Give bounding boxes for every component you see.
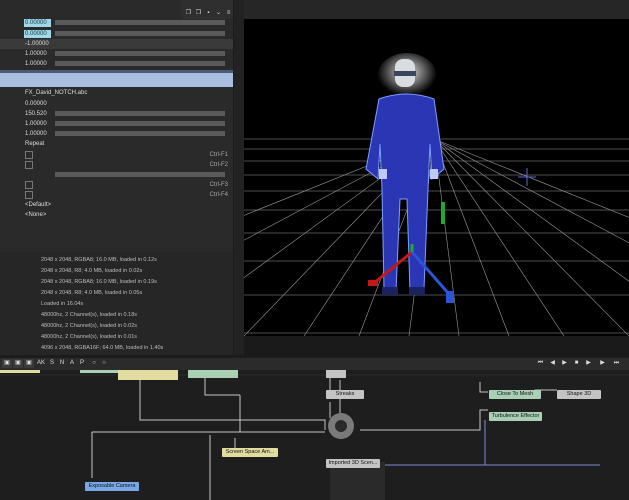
file-field[interactable]: FX_David_NOTCH.abc <box>25 89 87 97</box>
node-icon[interactable]: ▣ <box>2 359 12 368</box>
property-row: 1.00000 <box>0 59 233 69</box>
step-forward-icon[interactable]: ▶ <box>584 359 593 368</box>
panel-toolbar: ❐ ❐ ▪ ⌄ ≡ <box>181 0 233 19</box>
skip-forward-icon[interactable]: ⏭ <box>612 359 621 368</box>
value-field[interactable]: 1.00000 <box>24 60 51 68</box>
circle-icon[interactable]: ○ <box>90 359 98 368</box>
repeat-dropdown[interactable]: Repeat <box>25 140 44 148</box>
value-field[interactable]: 150.520 <box>24 110 51 118</box>
property-row: 150.520 <box>0 109 233 119</box>
value-slider[interactable] <box>55 41 225 46</box>
value-slider[interactable] <box>55 172 225 177</box>
viewport-scene <box>244 53 629 336</box>
property-row: Ctrl-F3 <box>0 180 233 190</box>
viewport-header <box>244 0 629 19</box>
toolbar-button[interactable]: N <box>58 359 66 368</box>
copy-icon[interactable]: ❐ <box>185 10 192 17</box>
step-back-icon[interactable]: ◀ <box>548 359 557 368</box>
node-screen-space[interactable]: Screen Space Am... <box>222 448 278 457</box>
log-line: 48000hz, 2 Channel(s), loaded in 0.02s <box>41 323 138 329</box>
toolbar-button[interactable]: P <box>78 359 86 368</box>
value-field[interactable]: -1.00000 <box>24 40 51 48</box>
log-line: 4096 x 2048, RGBA16F; 64.0 MB, loaded in… <box>41 345 164 351</box>
value-slider[interactable] <box>55 20 225 25</box>
property-row: 0.00000 <box>0 99 233 109</box>
property-row: Ctrl-F1 <box>0 150 233 160</box>
section-header[interactable] <box>0 73 233 87</box>
node-graph[interactable]: Streaks Close To Mesh Shape 3D Turbulenc… <box>0 370 629 500</box>
play-icon[interactable]: ▶ <box>560 359 569 368</box>
shortcut-label: Ctrl-F2 <box>209 162 228 168</box>
value-field[interactable]: 0.00000 <box>24 19 51 27</box>
log-line: 2048 x 2048, R8; 4.0 MB, loaded in 0.05s <box>41 290 143 296</box>
log-line: Loaded in 16.04s <box>41 301 84 307</box>
node-streaks[interactable]: Streaks <box>326 390 364 399</box>
log-line: 48000hz, 2 Channel(s), loaded in 0.18s <box>41 312 138 318</box>
property-row: 1.00000 <box>0 119 233 129</box>
skip-back-icon[interactable]: ⏮ <box>536 359 545 368</box>
property-row: <Default> <box>0 200 233 210</box>
property-row: Ctrl-F2 <box>0 160 233 170</box>
settings-icon[interactable]: ≡ <box>225 10 232 17</box>
value-slider[interactable] <box>55 31 225 36</box>
play-icon[interactable]: ▶ <box>598 359 607 368</box>
scrollbar[interactable] <box>234 0 244 355</box>
property-row: FX_David_NOTCH.abc <box>0 88 233 98</box>
property-row: 1.00000 <box>0 129 233 139</box>
node-imported-3d-scene[interactable]: Imported 3D Scen... <box>326 459 380 468</box>
none-dropdown[interactable]: <None> <box>25 211 46 219</box>
checkbox[interactable] <box>25 151 33 159</box>
circle-icon[interactable]: ○ <box>100 359 108 368</box>
value-slider[interactable] <box>55 131 225 136</box>
value-field[interactable]: 0.00000 <box>24 30 51 38</box>
value-slider[interactable] <box>55 61 225 66</box>
value-slider[interactable] <box>55 51 225 56</box>
property-row: 0.00000 <box>0 18 233 28</box>
value-slider[interactable] <box>55 111 225 116</box>
stop-icon[interactable]: ■ <box>572 359 581 368</box>
crosshair-icon <box>518 168 536 186</box>
trash-icon[interactable]: ▪ <box>205 10 212 17</box>
node-turbulence-effector[interactable]: Turbulence Effector <box>489 412 542 421</box>
node-exposable-camera[interactable]: Exposable Camera <box>85 482 139 491</box>
property-row <box>0 170 233 180</box>
gear-node <box>328 413 354 439</box>
property-row: -1.00000 <box>0 39 233 49</box>
viewport-3d[interactable] <box>244 19 629 336</box>
value-field[interactable]: 1.00000 <box>24 130 51 138</box>
checkbox[interactable] <box>25 161 33 169</box>
shortcut-label: Ctrl-F1 <box>209 152 228 158</box>
property-row: 0.00000 <box>0 29 233 39</box>
property-row: <None> <box>0 210 233 220</box>
value-slider[interactable] <box>55 121 225 126</box>
checkbox[interactable] <box>25 191 33 199</box>
checkbox[interactable] <box>25 181 33 189</box>
viewport-footer <box>244 336 629 356</box>
log-line: 48000hz, 2 Channel(s), loaded in 0.01s <box>41 334 138 340</box>
default-dropdown[interactable]: <Default> <box>25 201 51 209</box>
node-close-to-mesh[interactable]: Close To Mesh <box>489 390 541 399</box>
property-row: Ctrl-F4 <box>0 190 233 200</box>
property-row: Repeat <box>0 139 233 149</box>
toolbar-button[interactable]: A <box>68 359 76 368</box>
log-line: 2048 x 2048, RGBA8; 16.0 MB, loaded in 0… <box>41 257 157 263</box>
paste-icon[interactable]: ❐ <box>195 10 202 17</box>
property-row: 1.00000 <box>0 49 233 59</box>
value-field[interactable]: 1.00000 <box>24 50 51 58</box>
shortcut-label: Ctrl-F3 <box>209 182 228 188</box>
chevron-down-icon[interactable]: ⌄ <box>215 10 222 17</box>
toolbar-button[interactable]: S <box>48 359 56 368</box>
value-field[interactable]: 0.00000 <box>24 100 51 108</box>
node-icon[interactable]: ▣ <box>24 359 34 368</box>
log-line: 2048 x 2048, R8; 4.0 MB, loaded in 0.02s <box>41 268 143 274</box>
node-icon[interactable]: ▣ <box>13 359 23 368</box>
log-panel: 2048 x 2048, RGBA8; 16.0 MB, loaded in 0… <box>0 252 233 355</box>
node-shape-3d[interactable]: Shape 3D <box>557 390 601 399</box>
log-line: 2048 x 2048, RGBA8; 16.0 MB, loaded in 0… <box>41 279 157 285</box>
shortcut-label: Ctrl-F4 <box>209 192 228 198</box>
nodegraph-toolbar: ▣ ▣ ▣ AK S N A P ○ ○ ⏮ ◀ ▶ ■ ▶ ▶ ⏭ <box>0 358 629 370</box>
toolbar-button[interactable]: AK <box>36 359 46 368</box>
value-field[interactable]: 1.00000 <box>24 120 51 128</box>
